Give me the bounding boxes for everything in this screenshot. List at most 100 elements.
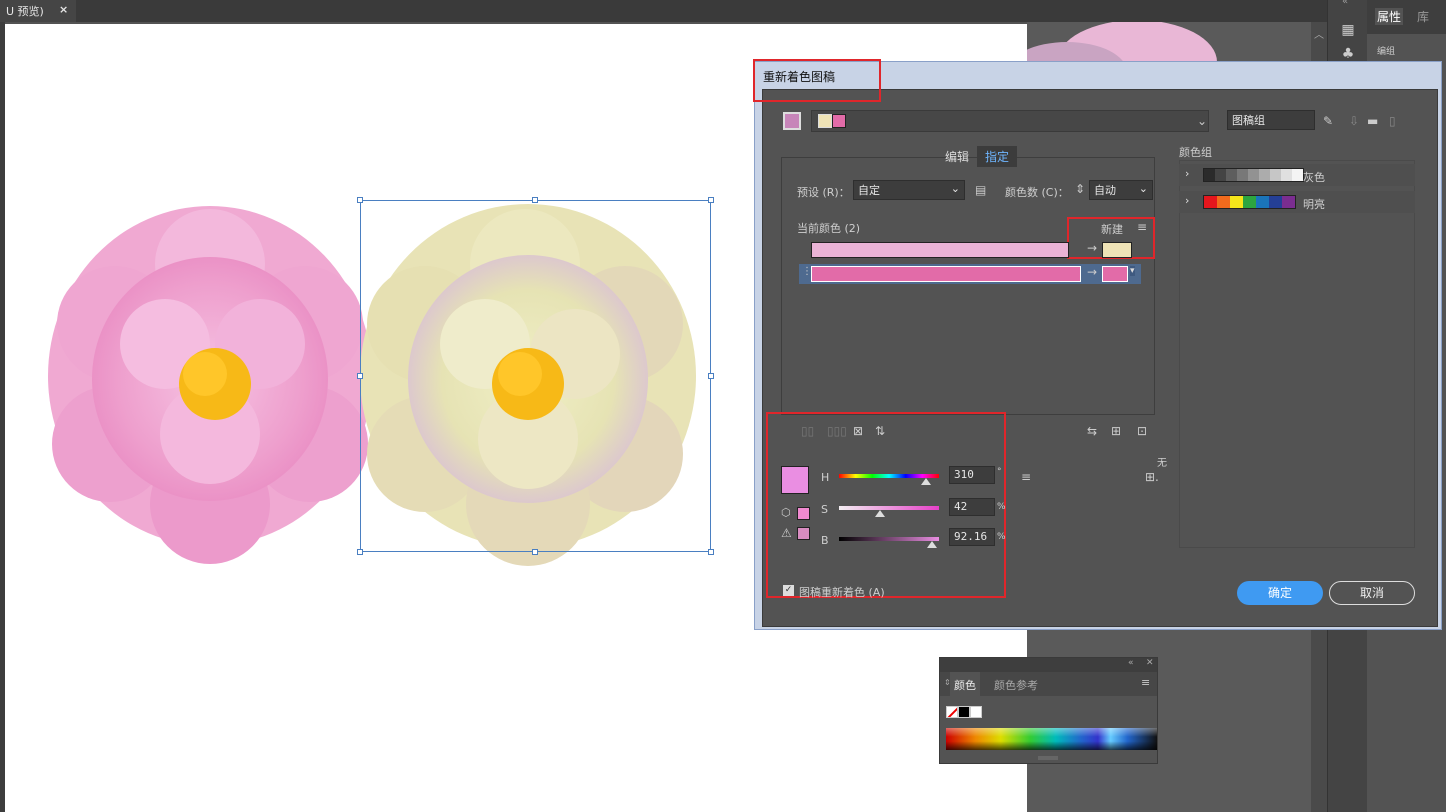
web-safe-swatch[interactable] [797,507,810,520]
group-swatch[interactable] [1237,169,1248,181]
random-order-icon[interactable]: ⇆ [1087,424,1097,438]
saturation-value: 42 [954,500,968,513]
brightness-slider[interactable] [839,537,939,541]
artwork-group-field[interactable]: 图稿组 [1227,110,1315,130]
color-row[interactable]: → [799,240,1141,260]
group-swatch[interactable] [1282,196,1295,208]
group-swatch[interactable] [1269,196,1282,208]
new-color-swatch[interactable] [1102,266,1128,282]
close-icon[interactable]: ✕ [1146,658,1154,668]
color-row-selected[interactable]: ⋮ → ▾ [799,264,1141,284]
hue-label: H [821,471,830,484]
group-swatch[interactable] [1292,169,1303,181]
resize-handle[interactable] [532,197,538,203]
recolor-checkbox[interactable]: ✓ [783,585,794,596]
menu-icon[interactable]: ≡ [1141,676,1150,689]
chevron-down-icon[interactable]: ⌄ [1197,114,1207,128]
current-color-bar[interactable] [811,242,1069,258]
color-library-icon[interactable]: ⊞. [1145,470,1159,484]
find-icon[interactable]: ⊡ [1137,424,1147,438]
new-color-swatch[interactable] [1102,242,1132,258]
group-swatch[interactable] [1281,169,1292,181]
resize-handle[interactable] [532,549,538,555]
random-saturation-icon[interactable]: ⊞ [1111,424,1121,438]
pink-flower[interactable] [48,206,372,564]
saturation-input[interactable]: 42 [949,498,995,516]
group-swatch[interactable] [1204,196,1217,208]
selection-bounding-box[interactable] [360,200,711,552]
collapse-icon[interactable]: « [1128,658,1134,668]
color-group-bright[interactable]: › 明亮 [1179,191,1415,213]
tab-edit[interactable]: 编辑 [939,146,975,167]
white-swatch[interactable] [970,706,982,718]
cancel-button[interactable]: 取消 [1329,581,1415,605]
group-swatch[interactable] [1270,169,1281,181]
preset-options-icon[interactable]: ▤ [975,183,986,197]
out-of-web-icon[interactable]: ⬡ [781,506,791,520]
brightness-value: 92.16 [954,530,988,543]
group-swatch[interactable] [1217,196,1230,208]
group-swatch[interactable] [1215,169,1226,181]
resize-handle[interactable] [708,197,714,203]
arrow-right-icon[interactable]: → [1087,241,1097,255]
color-group-gray[interactable]: › 灰色 [1179,164,1415,186]
hue-slider-thumb[interactable] [921,478,931,485]
stepper-icon[interactable]: ⇕ [1075,182,1085,196]
trash-icon[interactable]: ▯ [1389,114,1396,128]
color-mode-menu-icon[interactable]: ≡ [1021,470,1031,484]
harmony-swatch-current [832,114,846,128]
current-color-bar[interactable] [811,266,1081,282]
tab-libraries[interactable]: 库 [1417,8,1429,25]
brightness-input[interactable]: 92.16 [949,528,995,546]
resize-handle[interactable] [357,197,363,203]
resize-handle[interactable] [357,373,363,379]
group-swatch[interactable] [1248,169,1259,181]
chevron-down-icon: ⌄ [1138,182,1148,195]
folder-icon[interactable]: ▬ [1367,114,1378,128]
resize-handle[interactable] [708,549,714,555]
brightness-slider-thumb[interactable] [927,541,937,548]
chevron-up-icon[interactable]: ︿ [1314,26,1324,41]
chevron-right-icon[interactable]: › [1185,194,1189,207]
hue-input[interactable]: 310 [949,466,995,484]
chevron-down-icon[interactable]: ▾ [1130,266,1135,276]
brightness-label: B [821,534,829,547]
none-swatch[interactable] [946,706,958,718]
group-swatch[interactable] [1204,169,1215,181]
document-tab[interactable]: U 预览) × [0,0,76,22]
color-spectrum-bar[interactable] [946,728,1157,750]
resize-handle[interactable] [357,549,363,555]
gamut-swatch[interactable] [797,527,810,540]
group-swatch[interactable] [1259,169,1270,181]
color-count-dropdown[interactable]: 自动 ⌄ [1089,180,1153,200]
close-icon[interactable]: × [59,3,68,16]
group-swatch[interactable] [1256,196,1269,208]
warning-icon[interactable]: ⚠ [781,526,792,540]
selected-color-preview[interactable] [781,466,809,494]
panel-resize-grip[interactable] [1038,756,1058,760]
document-tab-title: U 预览) [6,5,44,18]
tab-color-guide[interactable]: 颜色参考 [994,677,1038,693]
group-swatch[interactable] [1230,196,1243,208]
resize-handle[interactable] [708,373,714,379]
preset-dropdown[interactable]: 自定 ⌄ [853,180,965,200]
tab-assign[interactable]: 指定 [977,146,1018,167]
color-harmony-field[interactable] [811,110,1209,132]
black-swatch[interactable] [958,706,970,718]
symbols-icon[interactable]: ♣ [1340,46,1356,62]
arrow-right-icon[interactable]: → [1087,265,1097,279]
artboards-icon[interactable]: ▦ [1340,22,1356,38]
collapse-panels-icon[interactable]: « [1342,0,1348,7]
ok-button[interactable]: 确定 [1237,581,1323,605]
tab-color[interactable]: 颜色 [950,672,980,696]
eyedropper-icon[interactable]: ✎ [1323,114,1333,128]
saturation-slider-thumb[interactable] [875,510,885,517]
group-swatch[interactable] [1226,169,1237,181]
chevron-right-icon[interactable]: › [1185,167,1189,180]
current-color-swatch[interactable] [783,112,801,130]
tab-properties[interactable]: 属性 [1375,8,1404,25]
color-count-label: 颜色数 (C)： [1005,186,1069,199]
group-swatch[interactable] [1243,196,1256,208]
save-group-icon[interactable]: ⇩ [1349,114,1359,128]
saturation-slider[interactable] [839,506,939,510]
